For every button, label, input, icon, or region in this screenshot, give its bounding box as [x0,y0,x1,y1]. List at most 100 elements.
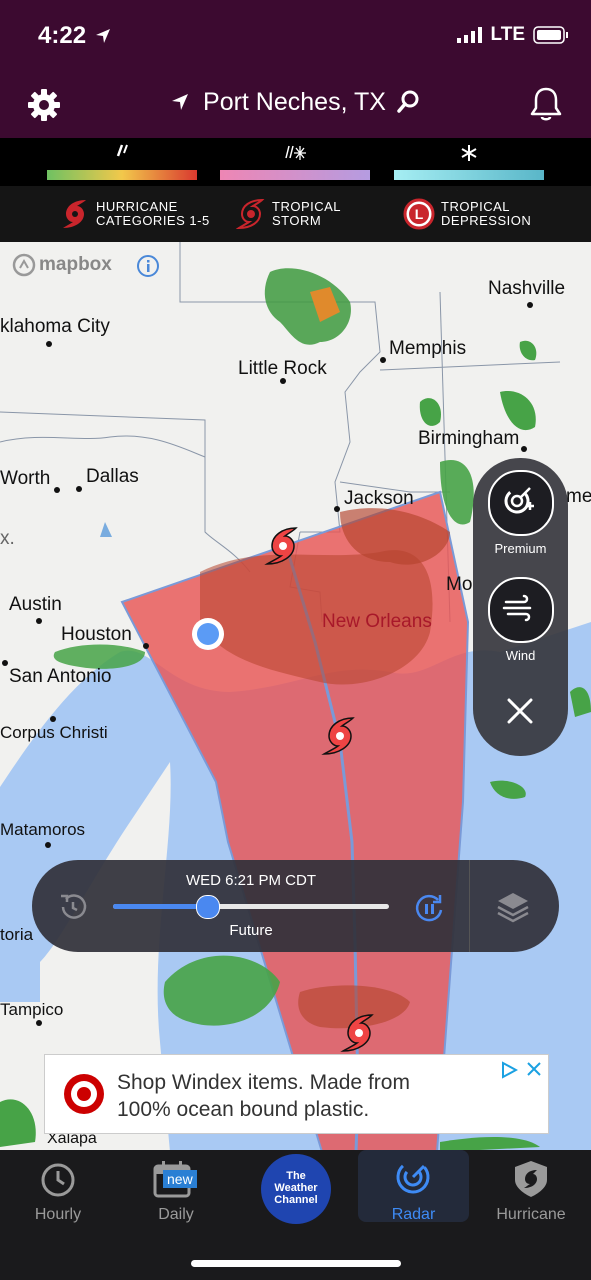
city-dot [2,660,8,666]
city-jackson: Jackson [344,488,414,509]
city-austin: Austin [9,594,62,615]
wind-label: Wind [505,648,536,663]
city-new-orleans: New Orleans [322,611,432,632]
location-selector[interactable]: Port Neches, TX [0,88,591,117]
legend-snow [394,144,544,180]
ad-text: Shop Windex items. Made from 100% ocean … [117,1071,410,1121]
timeline-mode-label: Future [229,922,273,939]
tab-daily[interactable]: new Daily [121,1150,231,1230]
ad-banner[interactable]: Shop Windex items. Made from 100% ocean … [44,1054,549,1134]
city-memphis: Memphis [389,338,467,359]
info-icon[interactable] [136,254,160,278]
city-dot [76,486,82,492]
radar-icon [396,1160,430,1194]
legend-mix [220,144,370,180]
tab-hourly[interactable]: Hourly [3,1150,113,1230]
clock-icon [41,1163,75,1197]
precip-legend [0,138,591,186]
city-tampico: Tampico [0,1000,64,1019]
map-fragment: x. [0,528,15,549]
timeline-divider [469,860,470,952]
timeline-scrubber[interactable] [195,895,220,919]
city-little-rock: Little Rock [238,358,327,379]
battery-icon [533,26,568,44]
close-icon[interactable] [506,697,534,725]
timeline-progress [113,904,207,909]
hurricane-tab-icon [515,1161,547,1197]
radar-timeline: WED 6:21 PM CDT Future [32,860,559,952]
city-dot [334,506,340,512]
location-arrow-icon [95,29,110,43]
tropical-storm-icon [236,198,265,230]
weather-channel-logo[interactable]: The Weather Channel [261,1154,331,1224]
status-bar: 4:22 LTE [0,0,591,70]
tropical-depression-icon: L [403,198,435,230]
ad-close-icon[interactable] [526,1061,542,1077]
city-victoria: toria [0,925,34,944]
timeline-time-label: WED 6:21 PM CDT [185,872,317,889]
wind-layer-button[interactable] [488,577,554,643]
city-dallas: Dallas [86,466,139,487]
city-houston: Houston [61,624,132,645]
city-dot [527,302,533,308]
premium-layer-button[interactable] [488,470,554,536]
rewind-icon[interactable] [58,892,88,922]
city-dot [36,1020,42,1026]
city-dot [280,378,286,384]
city-dot [46,341,52,347]
premium-radar-icon [504,487,534,514]
hurricane-icon [63,200,86,228]
city-dot [36,618,42,624]
current-location-dot [197,623,219,645]
new-badge: new [163,1170,197,1188]
city-nashville: Nashville [488,278,566,299]
location-arrow-icon [172,94,189,110]
play-future-icon[interactable] [412,891,446,925]
svg-text:L: L [415,206,424,222]
city-corpus-christi: Corpus Christi [0,723,108,742]
city-birmingham: Birmingham [418,428,520,449]
city-matamoros: Matamoros [0,820,86,839]
city-oklahoma-city: klahoma City [0,316,110,337]
city-dot [50,716,56,722]
city-san-antonio: San Antonio [9,666,112,687]
city-dot [54,487,60,493]
mix-icon [220,144,370,167]
city-dot [380,357,386,363]
status-time: 4:22 [38,22,111,50]
city-fort-worth: Worth [0,468,51,489]
city-montgomery: me [566,486,591,507]
adchoices-icon[interactable] [500,1061,518,1079]
mix-gradient [220,170,370,180]
city-mobile: Mo [446,574,473,595]
mapbox-logo-icon [12,253,36,277]
city-dot [45,842,51,848]
bell-icon[interactable] [529,86,563,122]
tab-radar[interactable]: Radar [358,1150,469,1223]
mapbox-attribution[interactable]: mapbox [12,253,112,277]
status-right: LTE [456,24,569,46]
wind-icon [502,594,532,622]
search-icon[interactable] [397,89,421,113]
tab-hurricane[interactable]: Hurricane [476,1150,586,1230]
network-label: LTE [490,24,525,45]
premium-label: Premium [494,541,547,556]
legend-rain [47,144,197,180]
app-header: Port Neches, TX [0,70,591,138]
rain-icon [47,144,197,167]
city-dot [143,643,149,649]
home-indicator [191,1260,401,1267]
timeline-track[interactable] [113,895,389,919]
layers-icon[interactable] [496,890,530,924]
map-layer-panel: Premium Wind [473,458,568,756]
snow-icon [394,144,544,167]
target-logo-icon [64,1074,104,1114]
storm-legend: HURRICANE CATEGORIES 1-5 TROPICAL STORM L … [0,186,591,242]
snow-gradient [394,170,544,180]
city-dot [521,446,527,452]
location-name: Port Neches, TX [203,88,386,116]
rain-gradient [47,170,197,180]
legend-tropical-storm: TROPICAL STORM [236,198,341,230]
signal-icon [456,27,482,43]
legend-hurricane: HURRICANE CATEGORIES 1-5 [60,198,210,230]
